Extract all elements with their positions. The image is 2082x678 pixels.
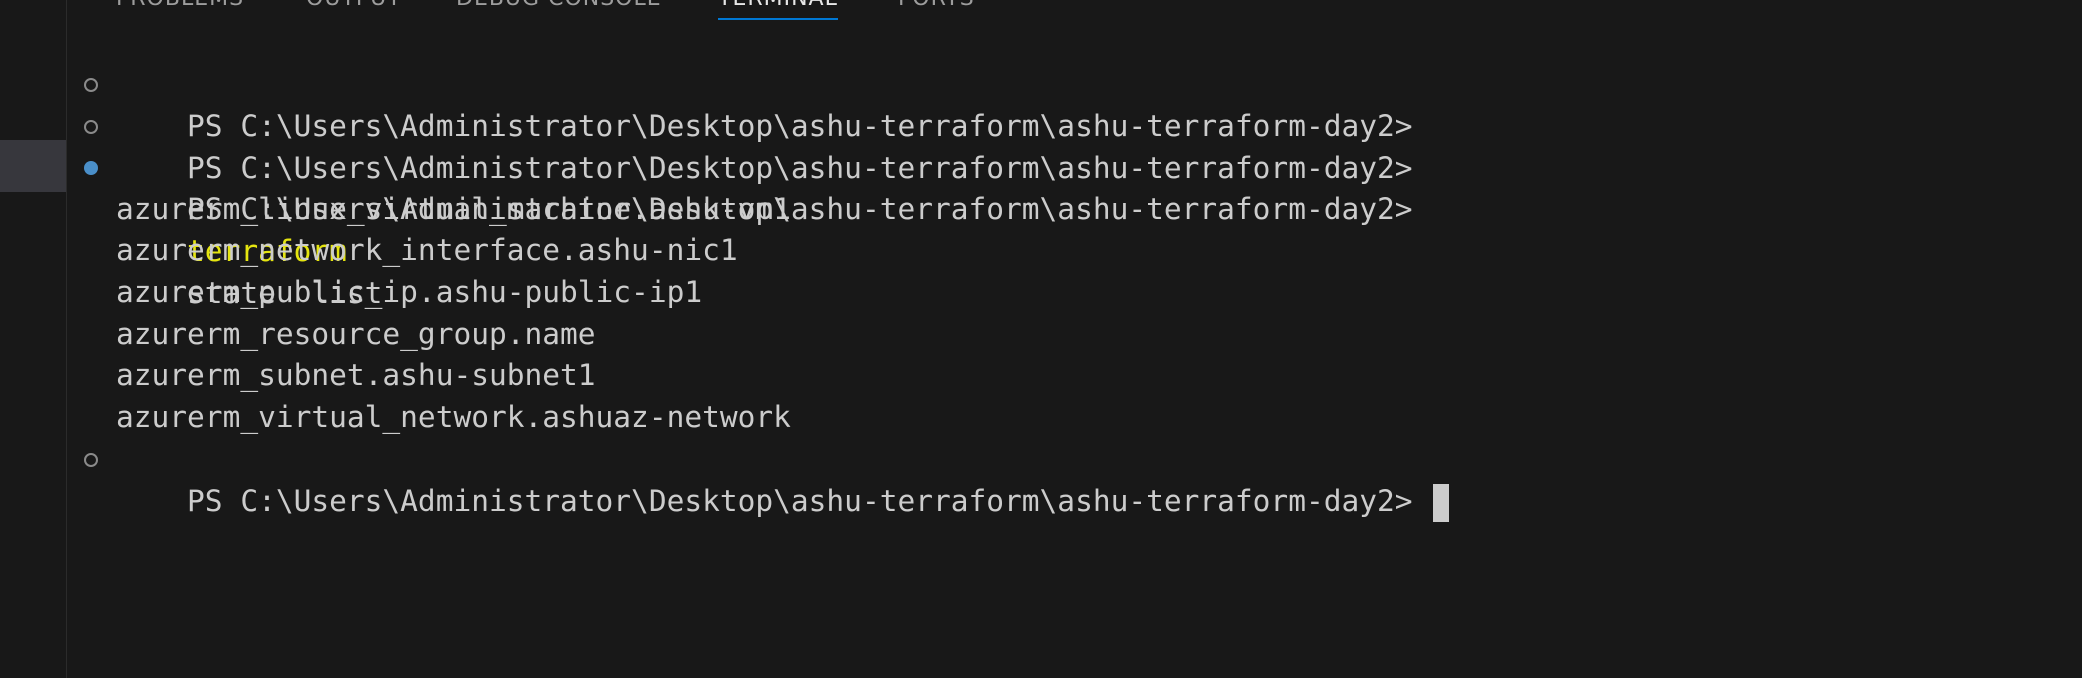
tab-terminal-label: TERMINAL xyxy=(718,0,838,11)
output-line: azurerm_network_interface.ashu-nic1 xyxy=(116,233,738,267)
text-cursor xyxy=(1432,483,1449,522)
terminal-input-line[interactable]: PS C:\Users\Administrator\Desktop\ashu-t… xyxy=(116,438,1449,522)
output-line: azurerm_linux_virtual_machine.ashu-vm1 xyxy=(116,192,791,226)
terminal-line: PS C:\Users\Administrator\Desktop\ashu-t… xyxy=(116,146,1412,310)
terminal-line: PS C:\Users\Administrator\Desktop\ashu-t… xyxy=(116,63,1412,143)
tab-debug-console[interactable]: DEBUG CONSOLE xyxy=(456,0,662,11)
output-line: azurerm_resource_group.name xyxy=(116,317,596,351)
output-line: azurerm_virtual_network.ashuaz-network xyxy=(116,400,791,434)
sidebar-strip xyxy=(0,0,67,678)
active-tab-indicator xyxy=(718,18,838,20)
output-line: azurerm_subnet.ashu-subnet1 xyxy=(116,358,596,392)
command-decoration-icon[interactable] xyxy=(84,453,98,467)
output-line: azurerm_public_ip.ashu-public-ip1 xyxy=(116,275,703,309)
command-success-icon[interactable] xyxy=(84,161,98,175)
prompt-text: PS C:\Users\Administrator\Desktop\ashu-t… xyxy=(187,484,1413,518)
command-decoration-icon[interactable] xyxy=(84,120,98,134)
panel-tab-bar: PROBLEMS OUTPUT DEBUG CONSOLE TERMINAL P… xyxy=(66,0,2082,22)
tab-ports[interactable]: PORTS xyxy=(898,0,975,11)
tab-terminal[interactable]: TERMINAL xyxy=(718,0,838,20)
terminal-output[interactable]: PS C:\Users\Administrator\Desktop\ashu-t… xyxy=(66,60,2082,678)
command-decoration-icon[interactable] xyxy=(84,78,98,92)
tab-problems[interactable]: PROBLEMS xyxy=(116,0,244,11)
terminal-line: PS C:\Users\Administrator\Desktop\ashu-t… xyxy=(116,105,1412,185)
sidebar-active-item[interactable] xyxy=(0,140,66,192)
tab-output[interactable]: OUTPUT xyxy=(306,0,402,11)
